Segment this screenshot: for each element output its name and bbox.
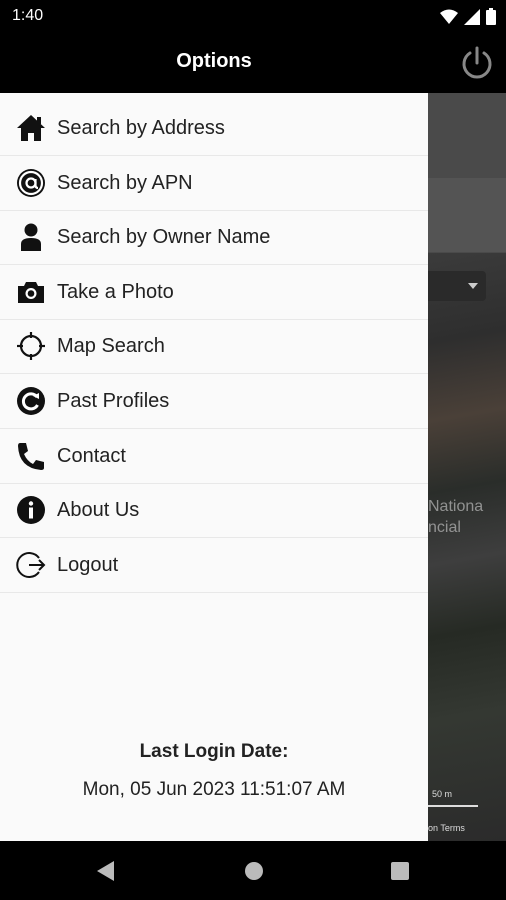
battery-icon: [486, 8, 496, 25]
menu-label: Map Search: [57, 335, 165, 357]
menu-item-past-profiles[interactable]: Past Profiles: [0, 374, 428, 429]
menu-label: Take a Photo: [57, 281, 174, 303]
home-icon: [17, 115, 45, 141]
phone-icon: [18, 443, 44, 470]
status-bar: 1:40: [0, 0, 506, 32]
menu-label: Search by APN: [57, 172, 193, 194]
map-scale: 50 m: [432, 789, 453, 799]
recents-icon[interactable]: [388, 860, 412, 882]
map-label-1: Nationa: [428, 498, 484, 515]
at-icon: [17, 169, 45, 197]
menu-item-take-a-photo[interactable]: Take a Photo: [0, 265, 428, 320]
map-header-band: [428, 178, 506, 252]
wifi-icon: [440, 9, 458, 24]
menu-item-logout[interactable]: Logout: [0, 538, 428, 593]
menu-item-search-by-address[interactable]: Search by Address: [0, 101, 428, 156]
signal-icon: [464, 8, 480, 25]
status-icons: [440, 8, 496, 25]
home-nav-icon[interactable]: [242, 860, 266, 882]
system-nav-bar: [0, 841, 506, 900]
last-login-value: Mon, 05 Jun 2023 11:51:07 AM: [82, 779, 346, 800]
app-bar: Options: [0, 32, 506, 93]
person-icon: [21, 223, 41, 251]
page-title: Options: [176, 50, 252, 72]
menu-item-search-by-apn[interactable]: Search by APN: [0, 156, 428, 211]
logout-icon: [16, 552, 46, 578]
map-scale-bar: [428, 805, 478, 807]
menu-label: Search by Owner Name: [57, 226, 271, 248]
menu-item-contact[interactable]: Contact: [0, 429, 428, 484]
map-background: Nationa ncial 50 m on Terms: [428, 93, 506, 841]
menu-item-map-search[interactable]: Map Search: [0, 319, 428, 374]
satellite-map: [428, 253, 506, 841]
map-dropdown: [428, 271, 486, 301]
dropdown-arrow-icon: [468, 283, 478, 289]
info-icon: [17, 496, 45, 524]
crosshair-icon: [17, 332, 45, 360]
menu-label: Logout: [57, 554, 119, 576]
menu-item-search-by-owner-name[interactable]: Search by Owner Name: [0, 210, 428, 265]
history-icon: [17, 387, 45, 415]
menu-label: Past Profiles: [57, 390, 170, 412]
menu-label: Contact: [57, 445, 126, 467]
last-login-label: Last Login Date:: [139, 741, 289, 762]
menu-label: Search by Address: [57, 117, 225, 139]
power-icon[interactable]: [458, 44, 496, 82]
menu-label: About Us: [57, 499, 140, 521]
map-label-2: ncial: [428, 519, 461, 536]
menu-item-about-us[interactable]: About Us: [0, 483, 428, 538]
back-icon[interactable]: [94, 860, 118, 882]
navigation-drawer: Search by Address Search by APN Search b…: [0, 93, 428, 841]
status-time: 1:40: [12, 7, 44, 24]
map-attribution: on Terms: [428, 823, 465, 833]
camera-icon: [18, 282, 44, 303]
